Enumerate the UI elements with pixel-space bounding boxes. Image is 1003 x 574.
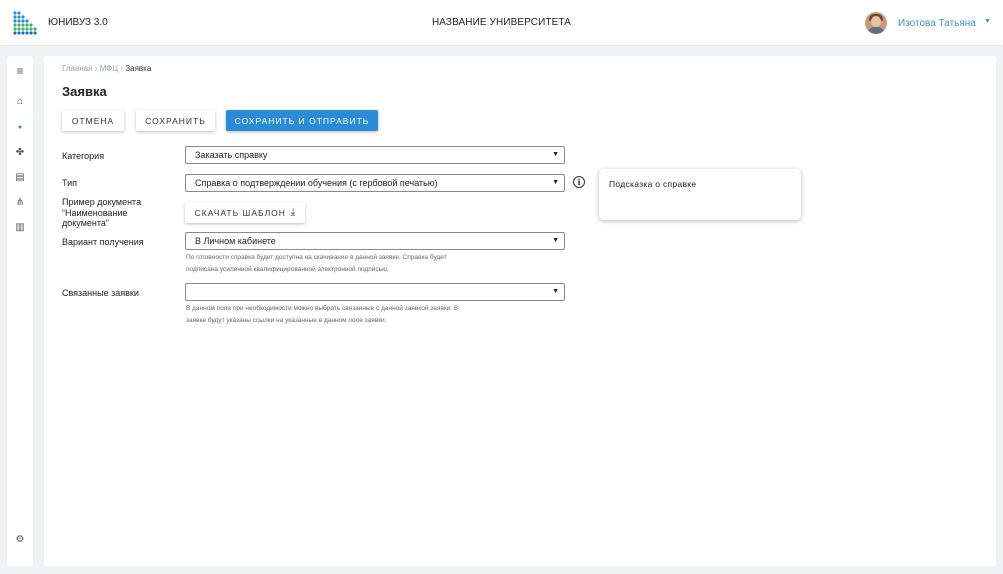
breadcrumb: Главная › МФЦ › Заявка — [62, 64, 151, 73]
tooltip-text: Подсказка о справке — [609, 179, 697, 189]
settings-gear-icon[interactable]: ⚙ — [7, 534, 33, 546]
download-template-button[interactable]: СКАЧАТЬ ШАБЛОН ⤓ — [185, 202, 305, 223]
category-label: Категория — [62, 151, 105, 161]
type-label: Тип — [62, 178, 78, 188]
menu-icon[interactable]: ≡ — [7, 65, 33, 77]
user-menu-caret-icon[interactable]: ▼ — [984, 18, 991, 25]
delivery-hint: По готовности справка будет доступна на … — [186, 252, 566, 276]
avatar-face — [871, 16, 881, 27]
type-select[interactable]: Справка о подтверждении обучения (с герб… — [185, 174, 565, 192]
category-select[interactable]: Заказать справку ▼ — [185, 146, 565, 164]
related-requests-label: Связанные заявки — [62, 288, 139, 298]
download-template-label: СКАЧАТЬ ШАБЛОН — [194, 207, 286, 218]
example-document-label-line-1: Пример документа — [62, 197, 142, 207]
page-title: Заявка — [62, 84, 107, 99]
chart-icon[interactable]: ▥ — [7, 222, 33, 234]
breadcrumb-mfc[interactable]: МФЦ — [100, 64, 119, 73]
example-document-label-line-2: “Наименование — [62, 208, 128, 218]
breadcrumb-separator: › — [120, 64, 124, 73]
delivery-hint-line-1: По готовности справка будет доступна на … — [186, 254, 447, 261]
home-icon[interactable]: ⌂ — [7, 96, 33, 108]
chevron-down-icon: ▼ — [552, 151, 559, 158]
top-bar: ЮНИВУЗ 3.0 НАЗВАНИЕ УНИВЕРСИТЕТА Изотова… — [0, 0, 1003, 45]
chevron-down-icon: ▼ — [552, 179, 559, 186]
related-hint-line-1: В данном поле при необходимости можно вы… — [186, 305, 459, 312]
save-button[interactable]: СОХРАНИТЬ — [136, 110, 215, 131]
breadcrumb-separator: › — [94, 64, 98, 73]
chevron-down-icon: ▼ — [552, 237, 559, 244]
delivery-select[interactable]: В Личном кабинете ▼ — [185, 232, 565, 250]
hint-tooltip: Подсказка о справке — [599, 169, 801, 220]
delivery-value: В Личном кабинете — [195, 236, 276, 246]
puzzle-icon[interactable]: ✤ — [7, 147, 33, 159]
info-icon[interactable]: i — [573, 176, 585, 188]
category-value: Заказать справку — [195, 150, 268, 160]
save-and-send-button[interactable]: СОХРАНИТЬ И ОТПРАВИТЬ — [226, 110, 378, 131]
related-requests-hint: В данном поле при необходимости можно вы… — [186, 303, 566, 327]
user-avatar[interactable] — [865, 12, 887, 34]
related-hint-line-2: заявке будут указаны ссылки на указанные… — [186, 317, 387, 324]
user-name[interactable]: Изотова Татьяна — [898, 18, 976, 29]
breadcrumb-current: Заявка — [125, 64, 152, 73]
breadcrumb-home[interactable]: Главная — [62, 64, 92, 73]
university-name: НАЗВАНИЕ УНИВЕРСИТЕТА — [431, 17, 572, 28]
user-icon[interactable]: ● — [7, 122, 33, 134]
related-requests-select[interactable]: ▼ — [185, 283, 565, 301]
example-document-label-line-3: документа” — [62, 218, 109, 228]
document-icon[interactable]: ▤ — [7, 172, 33, 184]
cancel-button[interactable]: ОТМЕНА — [62, 110, 124, 131]
chevron-down-icon: ▼ — [552, 288, 559, 295]
download-icon: ⤓ — [290, 207, 296, 218]
delivery-label: Вариант получения — [62, 237, 144, 247]
hierarchy-icon[interactable]: ⋔ — [7, 197, 33, 209]
type-value: Справка о подтверждении обучения (с герб… — [195, 178, 438, 188]
main-panel: Главная › МФЦ › Заявка Заявка ОТМЕНА СОХ… — [44, 56, 996, 566]
sidebar: ≡ ⌂ ● ✤ ▤ ⋔ ▥ ⚙ — [7, 56, 33, 566]
avatar-body — [868, 27, 884, 34]
delivery-hint-line-2: подписана усиленной квалифицированной эл… — [186, 266, 389, 273]
